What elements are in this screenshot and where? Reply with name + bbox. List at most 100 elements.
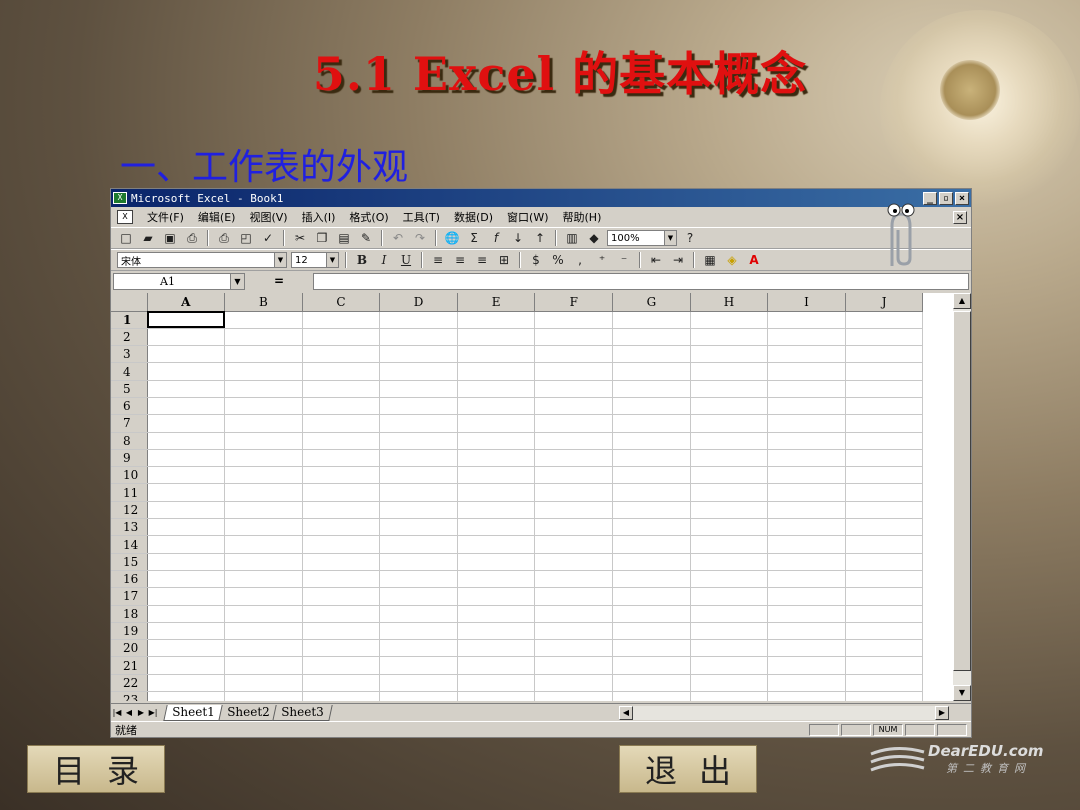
cell[interactable]	[845, 328, 924, 347]
row-header[interactable]: 19	[111, 622, 148, 641]
cell[interactable]	[534, 691, 614, 701]
row-header[interactable]: 1	[111, 311, 148, 329]
office-assistant-icon[interactable]	[878, 196, 924, 272]
cell[interactable]	[767, 449, 846, 468]
row-header[interactable]: 17	[111, 587, 148, 606]
cell[interactable]	[690, 501, 769, 520]
column-header[interactable]: H	[690, 293, 769, 312]
menu-insert[interactable]: 插入(I)	[302, 209, 336, 225]
cell[interactable]	[534, 432, 614, 450]
cell[interactable]	[534, 362, 614, 381]
cell[interactable]	[147, 501, 226, 520]
cell[interactable]	[302, 587, 381, 606]
cell[interactable]	[379, 639, 458, 658]
align-center-icon[interactable]: ≡	[451, 251, 469, 269]
function-icon[interactable]: f	[487, 229, 505, 247]
new-icon[interactable]: □	[117, 229, 135, 247]
cell[interactable]	[457, 380, 536, 398]
cell[interactable]	[457, 432, 536, 450]
cell[interactable]	[379, 414, 458, 433]
cell[interactable]	[845, 432, 924, 450]
align-right-icon[interactable]: ≡	[473, 251, 491, 269]
borders-icon[interactable]: ▦	[701, 251, 719, 269]
cell[interactable]	[845, 674, 924, 693]
cell[interactable]	[379, 449, 458, 468]
cell[interactable]	[612, 691, 691, 701]
cell[interactable]	[379, 328, 458, 347]
cell[interactable]	[845, 397, 924, 416]
cell[interactable]	[612, 380, 691, 398]
workbook-close-button[interactable]: ×	[953, 210, 967, 224]
underline-icon[interactable]: U	[397, 251, 415, 269]
cell[interactable]	[457, 449, 536, 468]
cell[interactable]	[767, 466, 846, 485]
cell[interactable]	[147, 639, 226, 658]
cell[interactable]	[612, 639, 691, 658]
cell[interactable]	[534, 449, 614, 468]
cell[interactable]	[612, 605, 691, 623]
cell[interactable]	[457, 674, 536, 693]
cell[interactable]	[767, 587, 846, 606]
cell[interactable]	[224, 380, 303, 398]
cell[interactable]	[457, 362, 536, 381]
cell[interactable]	[457, 553, 536, 571]
cell[interactable]	[302, 691, 381, 701]
cell[interactable]	[612, 535, 691, 554]
scroll-right-icon[interactable]: ▶	[935, 705, 949, 720]
cell[interactable]	[224, 311, 303, 329]
cell[interactable]	[534, 656, 614, 675]
hyperlink-icon[interactable]: 🌐	[443, 229, 461, 247]
cell[interactable]	[690, 518, 769, 537]
column-header[interactable]: G	[612, 293, 691, 312]
cell[interactable]	[147, 605, 226, 623]
zoom-select[interactable]: 100% ▼	[607, 230, 677, 246]
cell[interactable]	[845, 691, 924, 701]
cell[interactable]	[302, 535, 381, 554]
cell[interactable]	[224, 656, 303, 675]
cell[interactable]	[534, 535, 614, 554]
select-all-button[interactable]	[111, 293, 148, 312]
cell[interactable]	[302, 501, 381, 520]
cell[interactable]	[302, 328, 381, 347]
cell[interactable]	[457, 587, 536, 606]
paste-icon[interactable]: ▤	[335, 229, 353, 247]
worksheet-grid[interactable]: ABCDEFGHIJ 1 2 3 4 5 6 7 8 9 10 11 12 13 14 15 16 17 18 19…	[111, 293, 953, 701]
cell[interactable]	[767, 605, 846, 623]
cell[interactable]	[302, 466, 381, 485]
cell[interactable]	[379, 605, 458, 623]
scroll-left-icon[interactable]: ◀	[619, 705, 633, 720]
column-header[interactable]: D	[379, 293, 458, 312]
contents-button[interactable]: 目录	[27, 745, 165, 793]
cell[interactable]	[690, 362, 769, 381]
cell[interactable]	[845, 656, 924, 675]
cell[interactable]	[845, 639, 924, 658]
cell[interactable]	[147, 328, 226, 347]
cell[interactable]	[457, 605, 536, 623]
cell[interactable]	[612, 587, 691, 606]
cell[interactable]	[612, 362, 691, 381]
cell[interactable]	[767, 674, 846, 693]
increase-indent-icon[interactable]: ⇥	[669, 251, 687, 269]
cell[interactable]	[690, 432, 769, 450]
menu-tools[interactable]: 工具(T)	[403, 209, 440, 225]
cell[interactable]	[147, 345, 226, 364]
format-painter-icon[interactable]: ✎	[357, 229, 375, 247]
last-sheet-icon[interactable]: ▶|	[147, 706, 159, 720]
cell[interactable]	[690, 674, 769, 693]
redo-icon[interactable]: ↷	[411, 229, 429, 247]
cell[interactable]	[457, 535, 536, 554]
cell[interactable]	[379, 397, 458, 416]
cell[interactable]	[224, 639, 303, 658]
cell[interactable]	[302, 622, 381, 641]
cell[interactable]	[224, 483, 303, 502]
print-icon[interactable]: ⎙	[215, 229, 233, 247]
cell[interactable]	[224, 587, 303, 606]
cell[interactable]	[302, 639, 381, 658]
cell[interactable]	[147, 674, 226, 693]
cell[interactable]	[224, 674, 303, 693]
column-header[interactable]: F	[534, 293, 614, 312]
cell[interactable]	[379, 483, 458, 502]
cell[interactable]	[224, 432, 303, 450]
row-header[interactable]: 2	[111, 328, 148, 347]
cell[interactable]	[690, 483, 769, 502]
